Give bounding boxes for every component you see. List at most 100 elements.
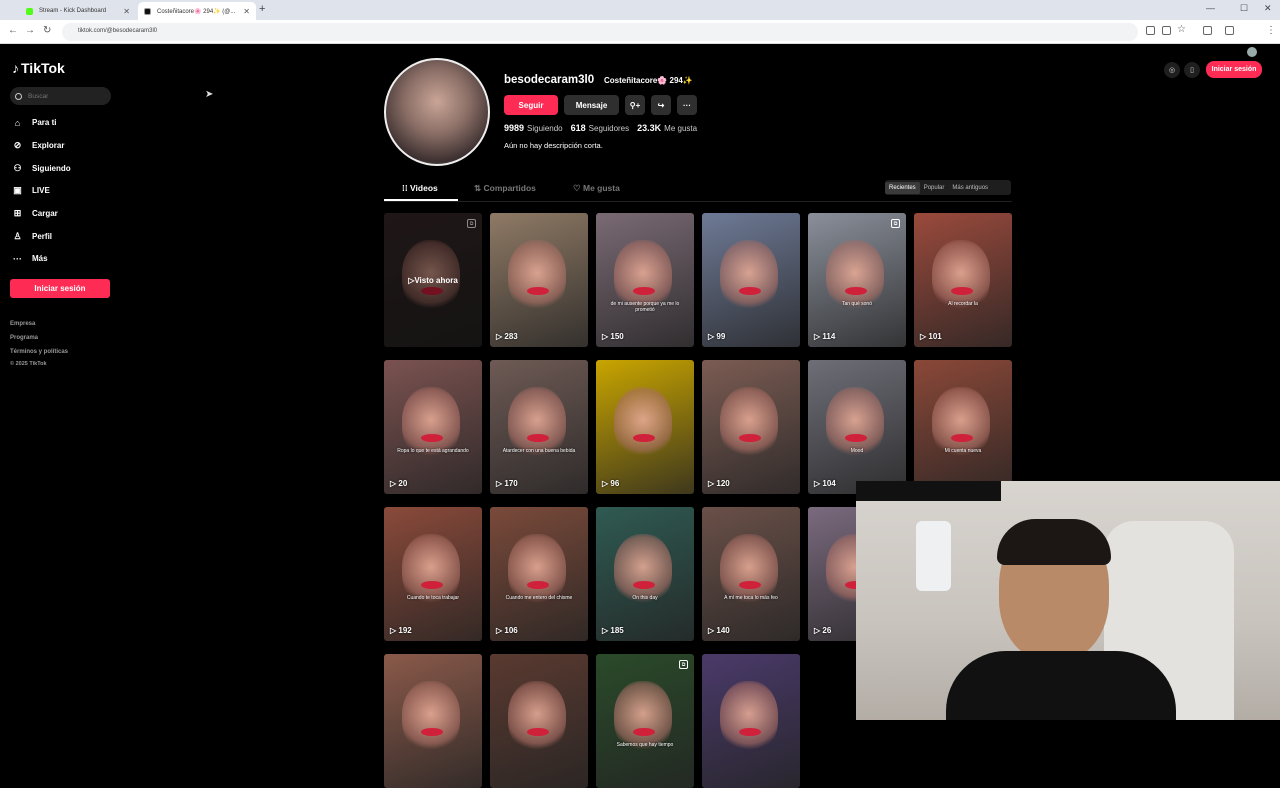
video-caption-overlay: Cuando te toca trabajar — [406, 595, 460, 602]
bookmark-star-icon[interactable]: ☆ — [1177, 24, 1186, 35]
share-icon[interactable]: ↪ — [651, 95, 671, 115]
video-thumbnail-detail — [739, 727, 761, 736]
sort-oldest[interactable]: Más antiguos — [948, 182, 992, 194]
video-thumbnail[interactable]: ▷ 120 — [702, 360, 800, 494]
video-thumbnail[interactable]: ⧉ ▷ Visto ahora — [384, 213, 482, 347]
follow-button[interactable]: Seguir — [504, 95, 558, 115]
video-caption-overlay: A mí me toca lo más feo — [724, 595, 778, 602]
extensions-icon[interactable] — [1203, 26, 1212, 35]
translate-icon[interactable] — [1162, 26, 1171, 35]
video-thumbnail[interactable]: Atardecer con una buena bebida ▷ 170 — [490, 360, 588, 494]
forward-icon[interactable]: → — [25, 25, 35, 36]
new-tab-icon[interactable]: + — [259, 3, 265, 15]
sidebar-item-live[interactable]: ▣ LIVE — [12, 185, 50, 196]
tab-title: Stream - Kick Dashboard — [39, 8, 107, 14]
video-thumbnail[interactable]: Tan qué sonó ⧉ ▷ 114 — [808, 213, 906, 347]
watched-now-overlay: ▷ Visto ahora — [384, 213, 482, 347]
sidebar-item-siguiendo[interactable]: ⚇ Siguiendo — [12, 163, 70, 174]
video-thumbnail-detail — [633, 580, 655, 589]
login-button[interactable]: Iniciar sesión — [10, 279, 110, 298]
tiktok-note-icon: ♪ — [12, 60, 19, 76]
view-count-text: 140 — [716, 626, 730, 635]
header-login-button[interactable]: Iniciar sesión — [1206, 61, 1262, 78]
more-options-icon[interactable]: ··· — [677, 95, 697, 115]
coins-icon[interactable]: ◎ — [1164, 61, 1180, 78]
device-icon[interactable]: ▯ — [1184, 61, 1200, 78]
video-thumbnail[interactable] — [702, 654, 800, 788]
video-thumbnail[interactable] — [384, 654, 482, 788]
browser-tab-tiktok[interactable]: Costeñitacore🌸 294✨ (@... ✕ — [138, 2, 256, 20]
video-thumbnail[interactable]: ▷ 96 — [596, 360, 694, 494]
video-thumbnail[interactable]: Cuando me entero del chisme ▷ 106 — [490, 507, 588, 641]
video-thumbnail[interactable]: Al recordar la ▷ 101 — [914, 213, 1012, 347]
video-thumbnail[interactable]: Cuando te toca trabajar ▷ 192 — [384, 507, 482, 641]
close-window-icon[interactable]: ✕ — [1264, 3, 1272, 14]
video-thumbnail-detail — [951, 286, 973, 295]
video-view-count: ▷ 101 — [920, 332, 942, 341]
menu-dots-icon[interactable]: ⋮ — [1266, 25, 1276, 36]
close-tab-icon[interactable]: ✕ — [123, 7, 130, 16]
sidebar-item-para-ti[interactable]: ⌂ Para ti — [12, 117, 57, 128]
sidebar-item-label: LIVE — [32, 186, 50, 195]
video-thumbnail-detail — [633, 727, 655, 736]
reload-icon[interactable]: ↻ — [43, 25, 51, 36]
video-thumbnail[interactable]: A mí me toca lo más feo ▷ 140 — [702, 507, 800, 641]
following-icon: ⚇ — [13, 163, 22, 173]
sidebar-item-cargar[interactable]: ⊞ Cargar — [12, 208, 58, 219]
minimize-icon[interactable]: — — [1206, 3, 1215, 13]
search-box[interactable] — [10, 87, 111, 105]
url-field[interactable]: tiktok.com/@besodecaram3l0 — [62, 23, 1138, 41]
view-count-text: 26 — [822, 626, 832, 635]
tiktok-logo[interactable]: ♪ TikTok — [12, 60, 65, 76]
video-thumbnail[interactable]: Sabemos que hay tiempo ⧉ — [596, 654, 694, 788]
webcam-shelf — [916, 521, 951, 591]
cast-icon[interactable] — [1146, 26, 1155, 35]
back-icon[interactable]: ← — [8, 25, 18, 36]
sidebar-item-mas[interactable]: ··· Más — [12, 253, 48, 264]
message-button[interactable]: Mensaje — [564, 95, 619, 115]
add-friend-icon[interactable]: ⚲+ — [625, 95, 645, 115]
video-thumbnail[interactable]: Mood ▷ 104 — [808, 360, 906, 494]
profile-nickname: Costeñitacore🌸 294✨ — [604, 76, 693, 85]
video-view-count: ▷ 114 — [814, 332, 835, 341]
maximize-icon[interactable]: ☐ — [1240, 3, 1248, 14]
stat-following[interactable]: 9989 Siguiendo — [504, 123, 563, 133]
video-thumbnail-image — [719, 680, 779, 755]
search-input[interactable] — [28, 92, 103, 100]
video-thumbnail-image — [719, 239, 779, 314]
video-thumbnail[interactable]: On this day ▷ 185 — [596, 507, 694, 641]
sort-recent[interactable]: Recientes — [885, 181, 920, 194]
video-view-count: ▷ 26 — [814, 626, 831, 635]
browser-tab-kick[interactable]: Stream - Kick Dashboard ✕ — [20, 2, 136, 20]
sidebar-item-perfil[interactable]: ♙ Perfil — [12, 231, 52, 242]
sort-popular[interactable]: Popular — [920, 182, 949, 194]
video-view-count: ▷ 170 — [496, 479, 518, 488]
video-view-count: ▷ 99 — [708, 332, 725, 341]
footer-link-terminos[interactable]: Términos y políticas — [10, 349, 68, 355]
footer-link-empresa[interactable]: Empresa — [10, 321, 35, 327]
video-thumbnail[interactable]: Ropa lo que te está agrandando ▷ 20 — [384, 360, 482, 494]
downloads-icon[interactable] — [1225, 26, 1234, 35]
video-thumbnail[interactable]: de mi ausente porque ya me lo prometió ▷ … — [596, 213, 694, 347]
header-actions: ◎ ▯ Iniciar sesión — [1164, 61, 1262, 78]
video-thumbnail[interactable]: Mi cuenta nueva — [914, 360, 1012, 494]
close-tab-icon[interactable]: ✕ — [243, 7, 250, 16]
video-caption-overlay: de mi ausente porque ya me lo prometió — [610, 301, 680, 314]
tab-videos[interactable]: ⁞⁞ Videos — [402, 183, 438, 193]
video-caption-overlay: Tan qué sonó — [841, 301, 872, 308]
view-count-text: 192 — [398, 626, 412, 635]
tab-reposts[interactable]: ⇅ Compartidos — [474, 183, 536, 194]
mouse-cursor-icon: ➤ — [205, 89, 214, 100]
streamer-webcam-overlay — [856, 481, 1280, 720]
browser-profile-avatar[interactable] — [1247, 47, 1257, 57]
tab-liked[interactable]: ♡ Me gusta — [573, 183, 620, 194]
sidebar-item-label: Perfil — [32, 232, 53, 241]
video-thumbnail[interactable]: ▷ 99 — [702, 213, 800, 347]
video-view-count: ▷ 185 — [602, 626, 624, 635]
stat-followers[interactable]: 618 Seguidores — [571, 123, 630, 133]
video-thumbnail[interactable]: ▷ 283 — [490, 213, 588, 347]
sidebar-item-explorar[interactable]: ⊘ Explorar — [12, 140, 65, 151]
video-thumbnail[interactable] — [490, 654, 588, 788]
footer-link-programa[interactable]: Programa — [10, 335, 38, 341]
video-thumbnail-detail — [951, 433, 973, 442]
